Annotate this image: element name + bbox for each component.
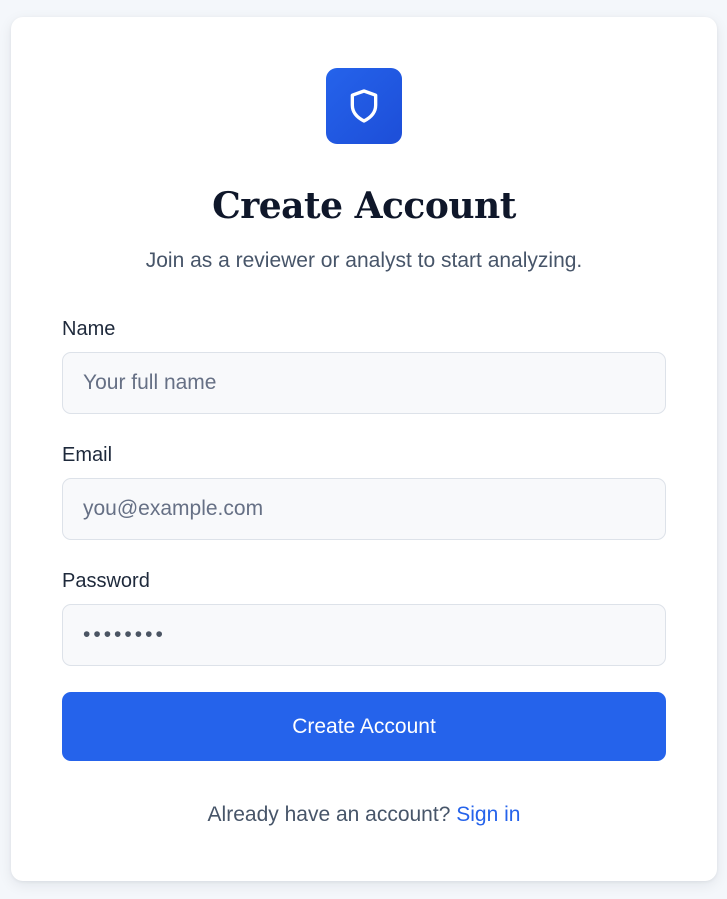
signin-link[interactable]: Sign in — [456, 803, 520, 826]
page-title: Create Account — [212, 185, 516, 227]
signup-card: Create Account Join as a reviewer or ana… — [11, 17, 717, 881]
name-field[interactable] — [62, 352, 666, 414]
name-label: Name — [62, 318, 116, 340]
signin-prompt: Already have an account? Sign in — [11, 801, 717, 829]
create-account-button[interactable]: Create Account — [62, 692, 666, 761]
shield-icon — [350, 89, 378, 123]
email-field[interactable] — [62, 478, 666, 540]
password-label: Password — [62, 570, 150, 592]
page-subtitle: Join as a reviewer or analyst to start a… — [145, 249, 583, 272]
app-logo — [326, 68, 402, 144]
signin-prompt-text: Already have an account? — [207, 803, 451, 826]
password-field[interactable] — [62, 604, 666, 666]
email-label: Email — [62, 444, 113, 466]
